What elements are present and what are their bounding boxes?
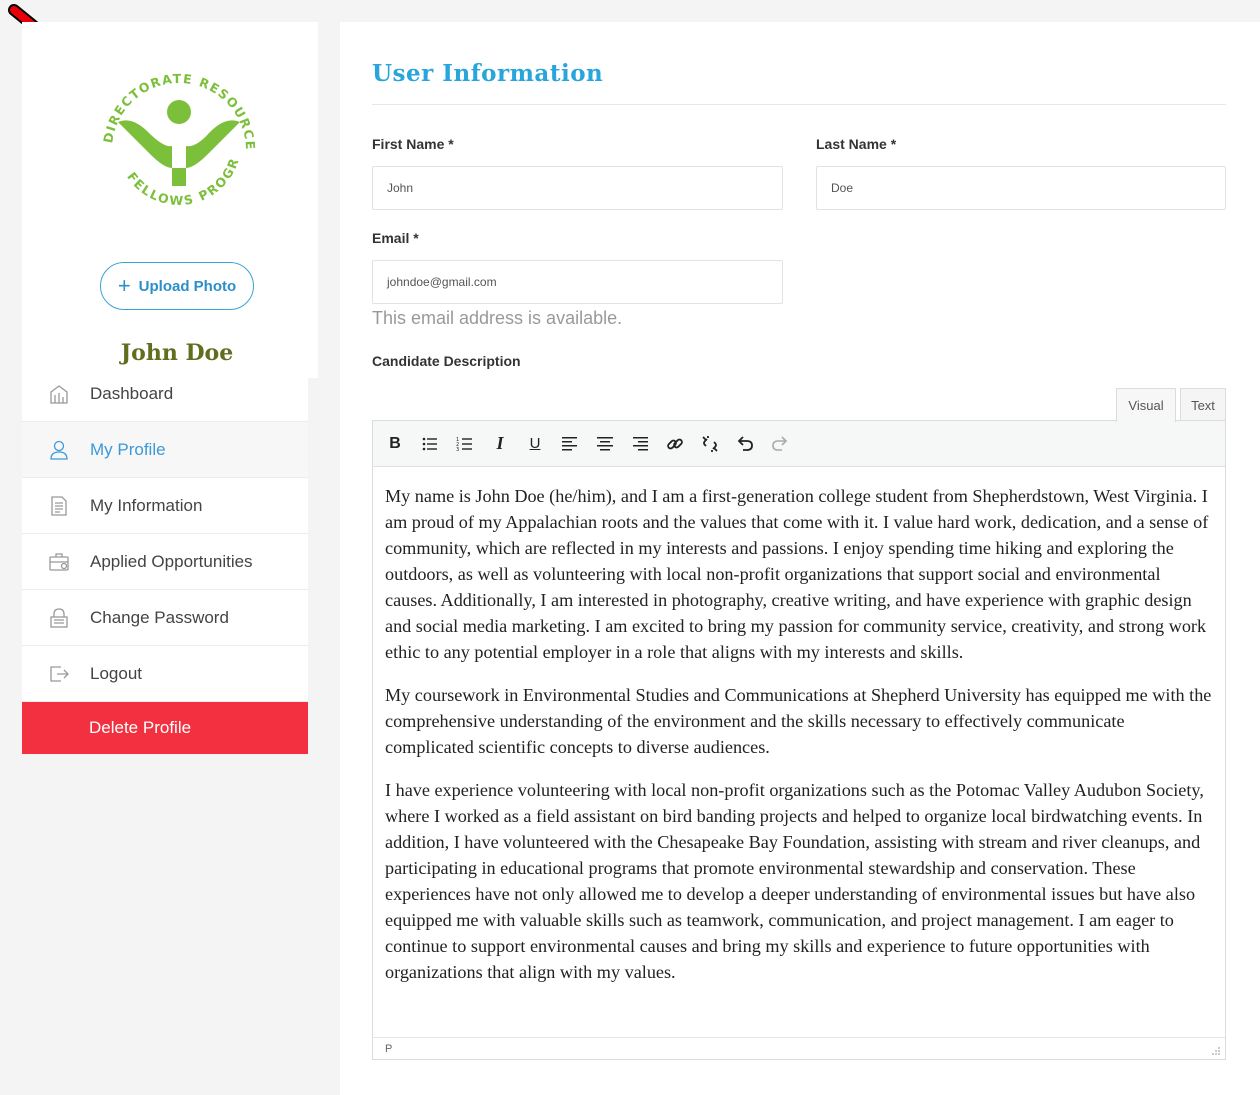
unlink-icon[interactable] [700,434,720,454]
sidebar-item-label: Applied Opportunities [90,551,253,571]
first-name-field[interactable]: John [372,166,783,210]
candidate-description-label: Candidate Description [372,353,521,369]
sidebar-item-label: Change Password [90,607,229,627]
description-editor: B 123 I U My name is John Doe (he/him), … [372,420,1226,1060]
align-right-icon[interactable] [630,434,650,454]
upload-photo-button[interactable]: + Upload Photo [100,262,254,310]
logout-icon [48,663,70,685]
svg-text:3: 3 [456,447,459,453]
last-name-field[interactable]: Doe [816,166,1226,210]
align-center-icon[interactable] [595,434,615,454]
briefcase-icon [48,551,70,573]
sidebar-item-my-profile[interactable]: My Profile [22,422,308,478]
program-logo: DIRECTORATE RESOURCE ASSISTANTS FELLOWS … [90,50,258,208]
email-availability-hint: This email address is available. [372,308,623,328]
lock-icon [48,607,70,629]
bold-icon[interactable]: B [385,434,405,454]
italic-icon[interactable]: I [490,433,510,454]
sidebar-item-label: Dashboard [90,383,174,403]
redo-icon[interactable] [770,434,790,454]
editor-toolbar: B 123 I U [373,421,1225,467]
email-field[interactable]: johndoe@gmail.com [372,260,783,304]
first-name-label: First Name * [372,136,454,152]
align-left-icon[interactable] [560,434,580,454]
resize-handle-icon[interactable] [1211,1046,1221,1056]
link-icon[interactable] [665,434,685,454]
sidebar-item-label: My Information [90,495,203,515]
description-paragraph: I have experience volunteering with loca… [385,780,1204,982]
plus-icon: + [117,273,131,298]
title-divider [372,104,1226,105]
document-icon [48,495,70,517]
profile-card: DIRECTORATE RESOURCE ASSISTANTS FELLOWS … [22,22,318,378]
tab-visual[interactable]: Visual [1116,388,1176,422]
numbered-list-icon[interactable]: 123 [455,434,475,454]
bullet-list-icon[interactable] [420,434,440,454]
sidebar-menu: Dashboard My Profile My Information Appl… [22,366,308,754]
sidebar-item-change-password[interactable]: Change Password [22,590,308,646]
upload-photo-label: Upload Photo [138,277,237,295]
sidebar-item-dashboard[interactable]: Dashboard [22,366,308,422]
sidebar-item-my-information[interactable]: My Information [22,478,308,534]
email-label: Email * [372,230,419,246]
editor-statusbar: P [373,1037,1225,1059]
last-name-label: Last Name * [816,136,897,152]
page-title: User Information [372,60,604,87]
description-paragraph: My name is John Doe (he/him), and I am a… [385,486,1209,662]
sidebar-item-label: My Profile [90,439,166,459]
element-path[interactable]: P [385,1043,392,1055]
user-information-panel: User Information First Name * John Last … [340,22,1260,1095]
undo-icon[interactable] [735,434,755,454]
dashboard-icon [48,383,70,405]
svg-text:DIRECTORATE RESOURCE ASSISTANT: DIRECTORATE RESOURCE ASSISTANTS [90,50,258,151]
editor-content[interactable]: My name is John Doe (he/him), and I am a… [373,467,1225,1037]
sidebar-item-logout[interactable]: Logout [22,646,308,702]
tab-text[interactable]: Text [1180,388,1226,421]
profile-name: John Doe [120,340,234,366]
user-icon [48,439,70,461]
description-paragraph: My coursework in Environmental Studies a… [385,685,1212,757]
sidebar-item-applied-opportunities[interactable]: Applied Opportunities [22,534,308,590]
sidebar-item-label: Logout [90,663,142,683]
delete-profile-button[interactable]: Delete Profile [22,702,308,754]
underline-icon[interactable]: U [525,434,545,454]
